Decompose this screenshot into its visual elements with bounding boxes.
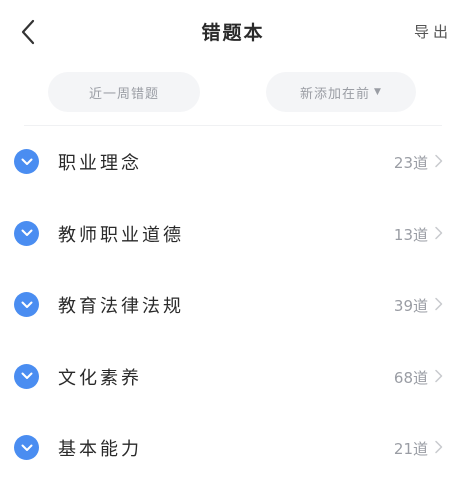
chevron-right-icon bbox=[435, 297, 443, 311]
caret-down-icon: ▼ bbox=[374, 87, 382, 97]
category-row-teacher-ethics[interactable]: 教师职业道德 13道 bbox=[0, 198, 466, 270]
category-row-cultural-literacy[interactable]: 文化素养 68道 bbox=[0, 341, 466, 413]
category-label: 文化素养 bbox=[58, 367, 142, 389]
sort-order-label: 新添加在前 bbox=[300, 86, 371, 102]
question-count: 23道 bbox=[393, 154, 428, 172]
page-title: 错题本 bbox=[201, 22, 265, 44]
question-count: 13道 bbox=[393, 225, 428, 244]
expand-chevron-icon[interactable] bbox=[14, 292, 39, 317]
export-button[interactable]: 导出 bbox=[414, 21, 452, 42]
sort-order-dropdown[interactable]: 新添加在前 ▼ bbox=[266, 72, 416, 112]
question-count: 21道 bbox=[393, 440, 428, 458]
header: 错题本 导出 bbox=[0, 0, 466, 64]
expand-chevron-icon[interactable] bbox=[14, 220, 39, 246]
expand-chevron-icon[interactable] bbox=[14, 363, 39, 389]
mistake-book-page: 错题本 导出 近一周错题 新添加在前 ▼ 职业理念 23道 教师职业道德 13道 bbox=[0, 0, 466, 498]
category-row-professional-concept[interactable]: 职业理念 23道 bbox=[0, 126, 466, 198]
question-count: 68道 bbox=[393, 368, 428, 387]
filter-bar: 近一周错题 新添加在前 ▼ bbox=[0, 72, 466, 112]
category-label: 教师职业道德 bbox=[58, 224, 184, 246]
chevron-right-icon bbox=[435, 440, 443, 454]
category-label: 教育法律法规 bbox=[58, 296, 184, 317]
category-label: 基本能力 bbox=[58, 439, 142, 460]
chevron-right-icon bbox=[435, 369, 443, 382]
expand-chevron-icon[interactable] bbox=[14, 149, 39, 174]
category-row-education-law[interactable]: 教育法律法规 39道 bbox=[0, 269, 466, 341]
recent-week-filter-label: 近一周错题 bbox=[88, 86, 159, 102]
chevron-right-icon bbox=[435, 226, 443, 239]
category-row-basic-ability[interactable]: 基本能力 21道 bbox=[0, 412, 466, 484]
question-count: 39道 bbox=[393, 297, 428, 315]
recent-week-filter-button[interactable]: 近一周错题 bbox=[48, 72, 200, 112]
category-label: 职业理念 bbox=[58, 153, 142, 174]
expand-chevron-icon[interactable] bbox=[14, 435, 39, 460]
category-list: 职业理念 23道 教师职业道德 13道 教育法律法规 39道 文化素养 68道 … bbox=[0, 126, 466, 484]
chevron-right-icon bbox=[435, 154, 443, 168]
